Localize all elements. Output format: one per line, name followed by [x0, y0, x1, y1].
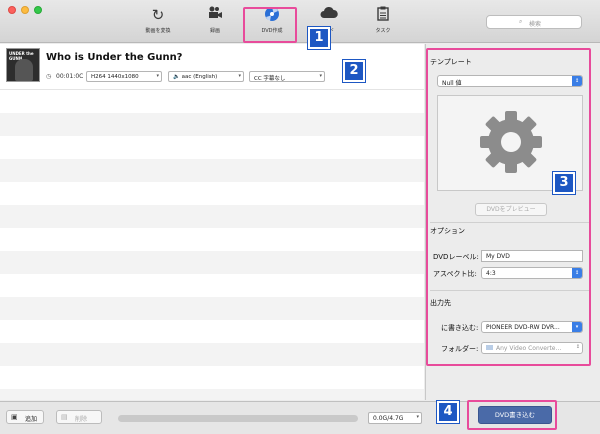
delete-file-label: 削除 — [75, 416, 88, 423]
search-input[interactable]: ⌕ 検索 — [486, 15, 582, 29]
list-stripe — [0, 205, 424, 228]
clock-icon: ◷ — [46, 73, 52, 80]
list-stripe — [0, 389, 424, 400]
subtitle-select[interactable]: CC 字幕なし ▾ — [249, 71, 325, 82]
task-clipboard-icon — [357, 6, 409, 24]
delete-file-button[interactable]: ▤ 削除 — [56, 410, 102, 424]
chevron-down-icon: ▾ — [238, 73, 241, 79]
annotation-badge-1: 1 — [308, 27, 330, 49]
download-cloud-icon — [303, 6, 355, 24]
subtitle-value: CC 字幕なし — [254, 76, 286, 82]
disc-usage-bar — [118, 415, 358, 422]
app-window: ↻ 動画を変換 録画 DVD作成 ード タスク — [0, 0, 600, 434]
list-stripe — [0, 251, 424, 274]
file-title: Who is Under the Gunn? — [46, 52, 183, 63]
video-stream-select[interactable]: H264 1440x1080 ▾ — [86, 71, 162, 82]
toolbar-task-button[interactable]: タスク — [357, 6, 409, 38]
video-thumbnail: UNDER the GUNN — [6, 48, 40, 82]
minimize-window-button[interactable] — [21, 6, 29, 14]
convert-icon: ↻ — [151, 6, 165, 24]
speaker-icon: 🔈 — [173, 74, 180, 80]
highlight-dvd-tool — [243, 7, 297, 43]
video-stream-value: H264 1440x1080 — [91, 74, 139, 80]
add-file-label: 追加 — [25, 416, 38, 423]
zoom-window-button[interactable] — [34, 6, 42, 14]
list-stripe — [0, 113, 424, 136]
list-stripe — [0, 343, 424, 366]
close-window-button[interactable] — [8, 6, 16, 14]
add-file-icon: ▣ — [11, 413, 18, 421]
toolbar-task-label: タスク — [375, 28, 391, 34]
highlight-burn-button — [467, 400, 557, 430]
disc-capacity-select[interactable]: 0.0G/4.7G ▾ — [368, 412, 422, 424]
chevron-down-icon: ▾ — [319, 73, 322, 79]
list-stripe — [0, 159, 424, 182]
list-stripe — [0, 297, 424, 320]
disc-capacity-value: 0.0G/4.7G — [373, 415, 404, 422]
thumbnail-figure — [15, 59, 33, 81]
annotation-badge-2: 2 — [343, 60, 365, 82]
audio-stream-value: aac (English) — [181, 74, 218, 80]
file-duration: 00:01:0C — [56, 73, 84, 80]
toolbar-record-label: 録画 — [209, 28, 220, 34]
toolbar-convert-label: 動画を変換 — [145, 28, 171, 34]
search-placeholder: 検索 — [529, 21, 542, 28]
chevron-down-icon: ▾ — [416, 414, 419, 420]
file-list: UNDER the GUNN Who is Under the Gunn? ◷ … — [0, 44, 424, 400]
search-icon: ⌕ — [519, 18, 523, 25]
delete-file-icon: ▤ — [61, 413, 68, 421]
annotation-badge-4: 4 — [437, 401, 459, 423]
annotation-badge-3: 3 — [553, 172, 575, 194]
chevron-down-icon: ▾ — [156, 73, 159, 79]
highlight-settings-panel — [426, 48, 591, 366]
camera-icon — [189, 6, 241, 24]
add-file-button[interactable]: ▣ 追加 — [6, 410, 44, 424]
toolbar-convert-button[interactable]: ↻ 動画を変換 — [132, 6, 184, 38]
audio-stream-select[interactable]: 🔈 aac (English) ▾ — [168, 71, 244, 82]
toolbar: ↻ 動画を変換 録画 DVD作成 ード タスク — [0, 0, 600, 43]
toolbar-record-button[interactable]: 録画 — [189, 6, 241, 38]
